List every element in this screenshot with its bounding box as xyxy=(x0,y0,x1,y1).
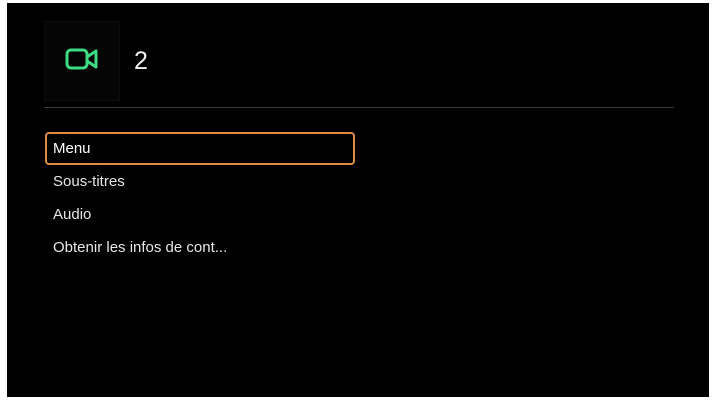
media-type-tile xyxy=(44,21,120,101)
menu-item-subtitles[interactable]: Sous-titres xyxy=(45,165,355,198)
options-menu: Menu Sous-titres Audio Obtenir les infos… xyxy=(45,132,355,264)
menu-item-get-content-info[interactable]: Obtenir les infos de cont... xyxy=(45,231,355,264)
page-title: 2 xyxy=(134,46,149,75)
media-options-screen: 2 Menu Sous-titres Audio Obtenir les inf… xyxy=(7,3,709,397)
menu-item-audio[interactable]: Audio xyxy=(45,198,355,231)
header: 2 xyxy=(44,21,148,101)
video-camera-icon xyxy=(64,46,100,77)
menu-item-menu[interactable]: Menu xyxy=(45,132,355,165)
header-divider xyxy=(44,107,674,108)
